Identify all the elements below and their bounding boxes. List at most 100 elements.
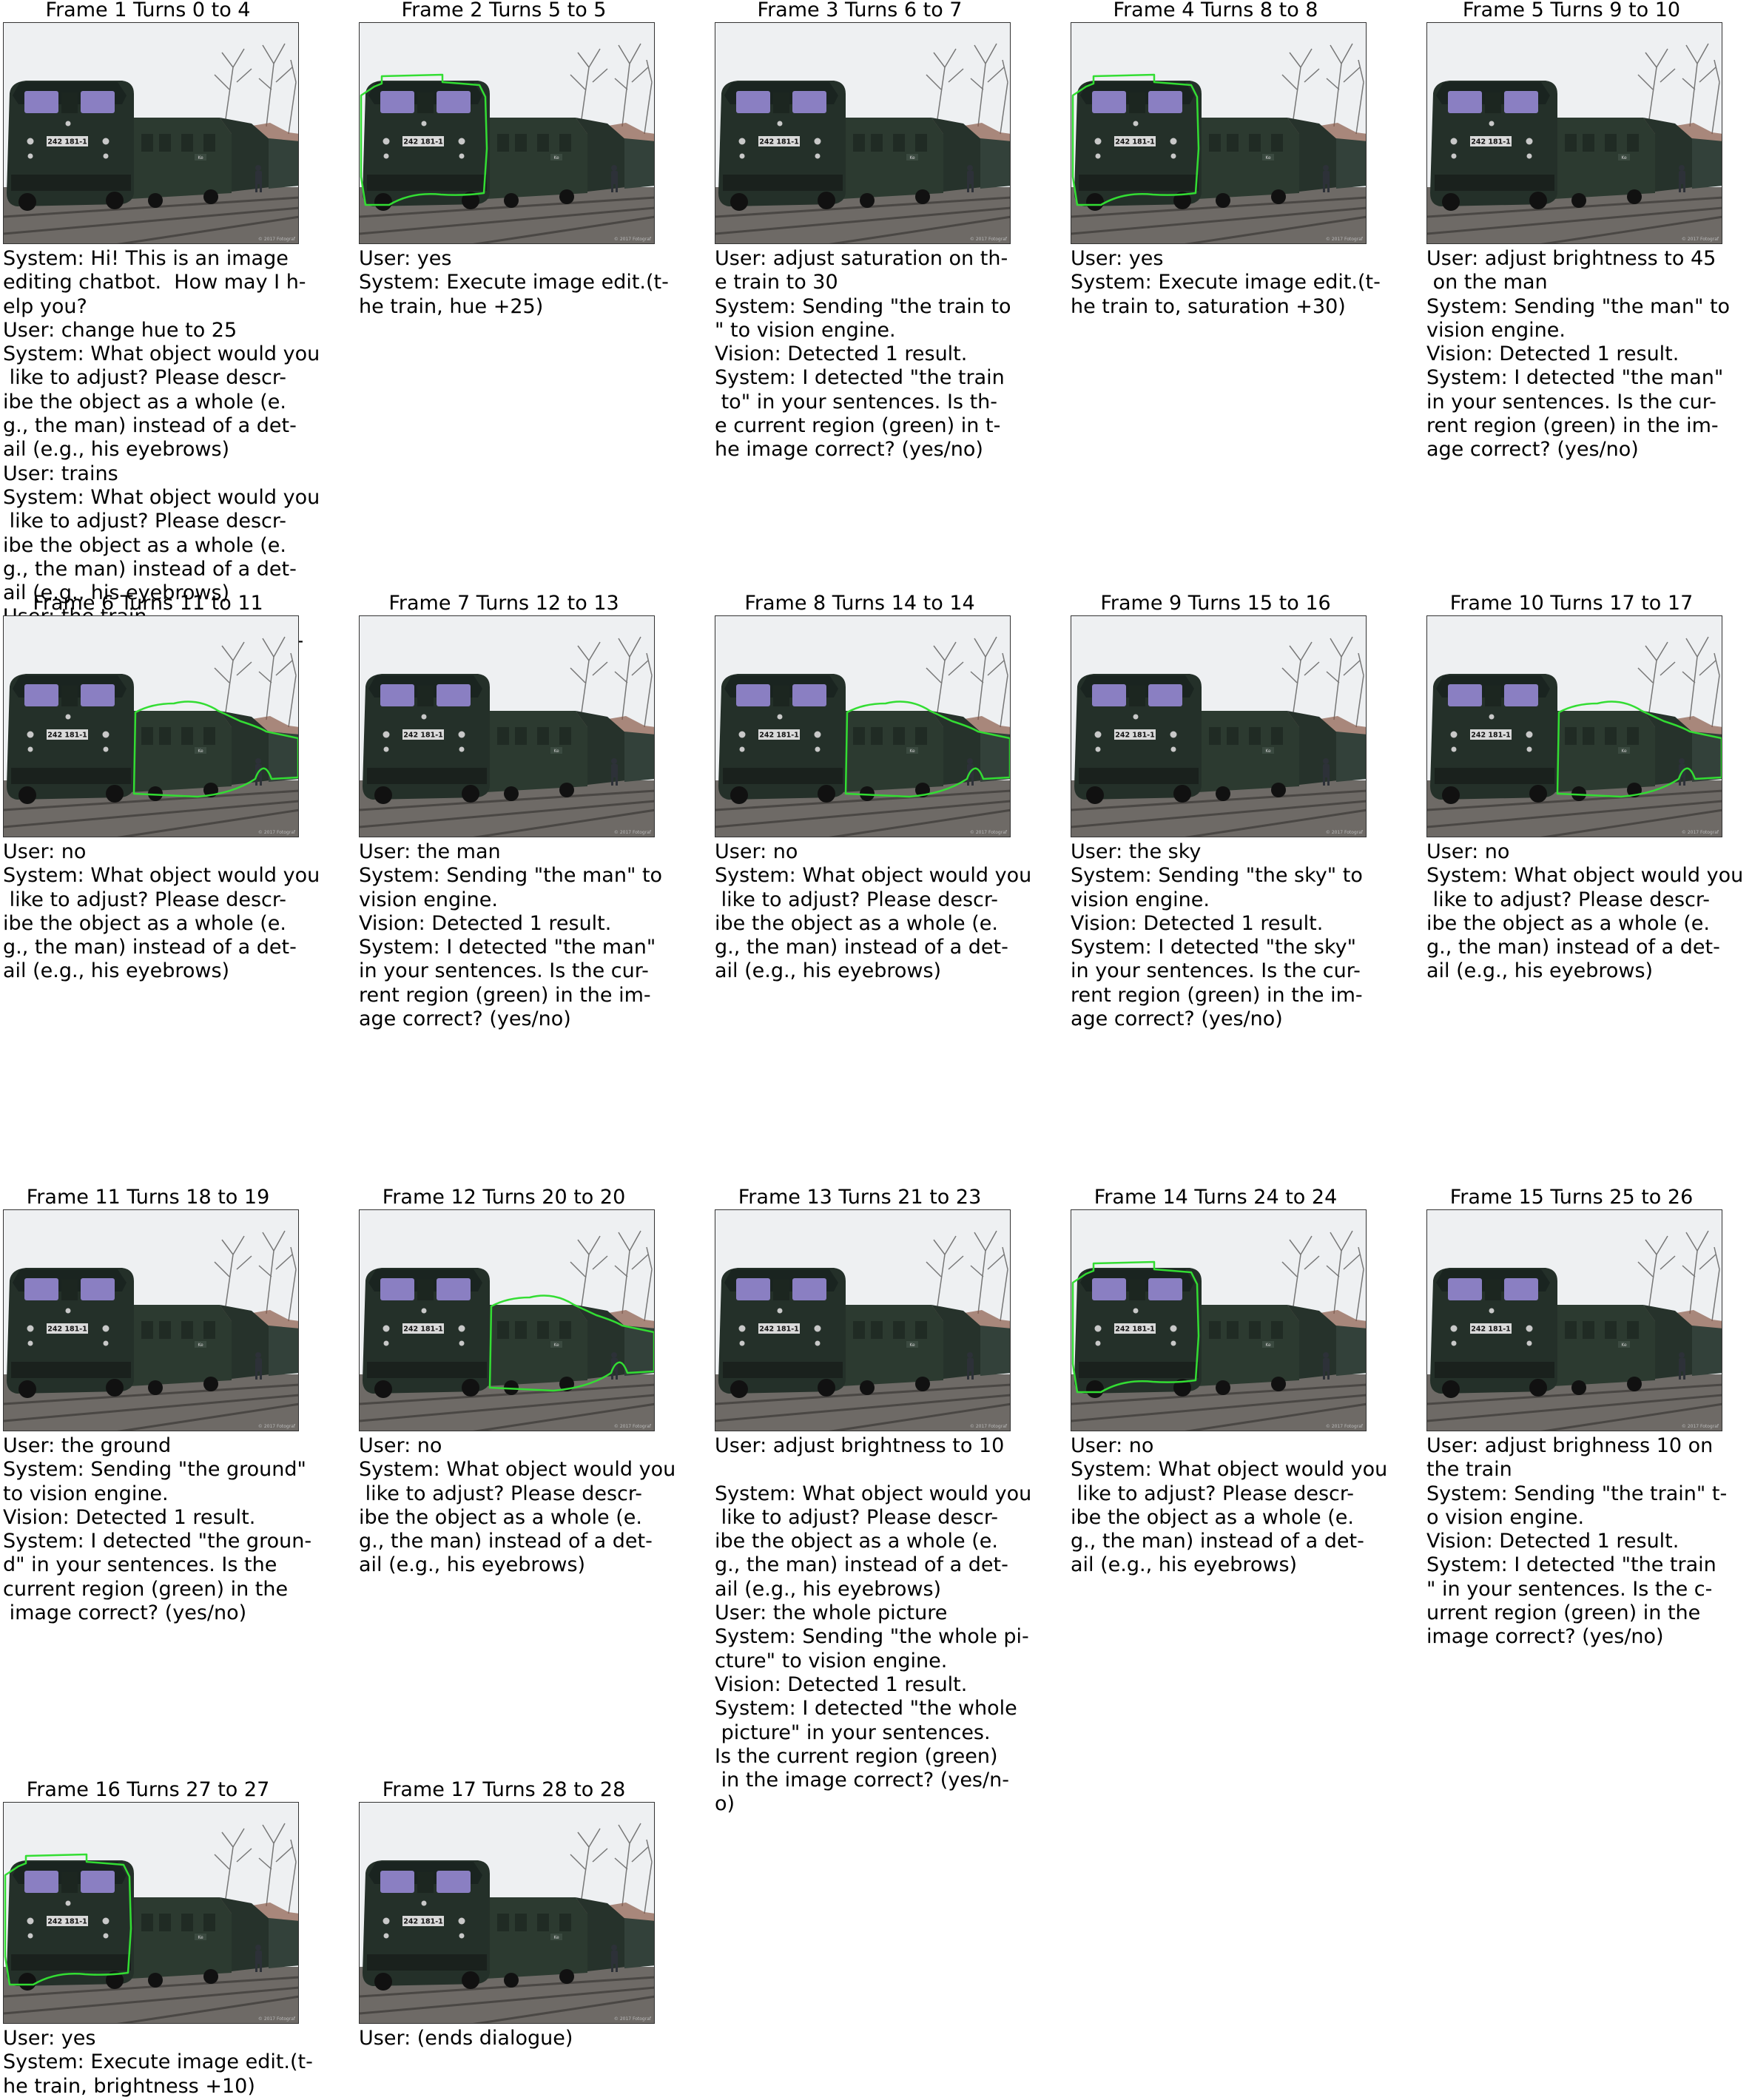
dialog-transcript: User: the ground System: Sending "the gr… bbox=[3, 1434, 312, 1625]
scene-image: Ke 242 181-1 © 2017 Fotograf bbox=[1071, 615, 1367, 837]
frame-title: Frame 9 Turns 15 to 16 bbox=[1100, 592, 1331, 615]
locomotive-number: 242 181-1 bbox=[403, 1918, 443, 1926]
left-windshield bbox=[1448, 1278, 1482, 1300]
scene-image: Ke 242 181-1 © 2017 Fotograf bbox=[715, 1209, 1011, 1431]
dialog-transcript: User: no System: What object would you l… bbox=[3, 840, 320, 983]
buffer-beam bbox=[1079, 1362, 1199, 1378]
frame-title: Frame 13 Turns 21 to 23 bbox=[738, 1186, 982, 1209]
locomotive-number: 242 181-1 bbox=[1471, 732, 1511, 740]
center-pillar bbox=[1129, 686, 1145, 706]
frame-title: Frame 2 Turns 5 to 5 bbox=[401, 0, 607, 21]
side-plate-text: Ke bbox=[198, 1935, 203, 1940]
right-windshield bbox=[81, 684, 115, 706]
scene-image: Ke 242 181-1 © 2017 Fotograf bbox=[1071, 22, 1367, 244]
fourth-locomotive bbox=[624, 1918, 654, 1968]
second-locomotive bbox=[1197, 1305, 1299, 1386]
frame-title: Frame 12 Turns 20 to 20 bbox=[382, 1186, 626, 1209]
left-windshield bbox=[1448, 684, 1482, 706]
fourth-locomotive bbox=[980, 138, 1010, 189]
center-pillar bbox=[1485, 1280, 1501, 1300]
train-photo: Ke 242 181-1 © 2017 Fotograf bbox=[4, 23, 298, 243]
photo-watermark: © 2017 Fotograf bbox=[1326, 1424, 1364, 1429]
second-locomotive bbox=[841, 711, 943, 792]
center-pillar bbox=[1485, 686, 1501, 706]
dialog-transcript: User: no System: What object would you l… bbox=[359, 1434, 676, 1577]
fourth-locomotive bbox=[980, 732, 1010, 782]
left-windshield bbox=[24, 1871, 58, 1893]
side-plate-text: Ke bbox=[198, 155, 203, 161]
left-windshield bbox=[380, 91, 414, 113]
buffer-beam bbox=[1079, 175, 1199, 191]
center-pillar bbox=[61, 1280, 78, 1300]
locomotive-number: 242 181-1 bbox=[47, 1918, 87, 1926]
left-windshield bbox=[736, 684, 770, 706]
train-photo: Ke 242 181-1 © 2017 Fotograf bbox=[4, 1803, 298, 2023]
train-photo: Ke 242 181-1 © 2017 Fotograf bbox=[715, 1210, 1010, 1431]
right-windshield bbox=[792, 1278, 826, 1300]
train-photo: Ke 242 181-1 © 2017 Fotograf bbox=[1071, 1210, 1366, 1431]
center-pillar bbox=[773, 686, 789, 706]
frame-title: Frame 10 Turns 17 to 17 bbox=[1449, 592, 1694, 615]
locomotive-number: 242 181-1 bbox=[1115, 1326, 1155, 1334]
right-windshield bbox=[1504, 1278, 1538, 1300]
second-locomotive bbox=[485, 1305, 587, 1386]
side-plate-text: Ke bbox=[553, 155, 559, 161]
buffer-beam bbox=[11, 768, 131, 784]
locomotive-number: 242 181-1 bbox=[403, 732, 443, 740]
frame-title: Frame 6 Turns 11 to 11 bbox=[33, 592, 263, 615]
left-windshield bbox=[1448, 91, 1482, 113]
side-plate-text: Ke bbox=[1265, 749, 1271, 754]
dialog-transcript: User: (ends dialogue) bbox=[359, 2027, 573, 2050]
second-locomotive bbox=[1197, 118, 1299, 199]
train-photo: Ke 242 181-1 © 2017 Fotograf bbox=[360, 616, 654, 837]
locomotive-number: 242 181-1 bbox=[759, 732, 799, 740]
side-plate-text: Ke bbox=[909, 155, 915, 161]
locomotive-number: 242 181-1 bbox=[1471, 1326, 1511, 1334]
left-windshield bbox=[380, 1278, 414, 1300]
scene-image: Ke 242 181-1 © 2017 Fotograf bbox=[359, 1802, 655, 2024]
locomotive-number: 242 181-1 bbox=[403, 1326, 443, 1334]
photo-watermark: © 2017 Fotograf bbox=[1326, 830, 1364, 835]
dialog-transcript: User: the sky System: Sending "the sky" … bbox=[1071, 840, 1363, 1031]
left-windshield bbox=[736, 1278, 770, 1300]
right-windshield bbox=[437, 1278, 471, 1300]
scene-image: Ke 242 181-1 © 2017 Fotograf bbox=[359, 1209, 655, 1431]
center-pillar bbox=[773, 92, 789, 113]
train-photo: Ke 242 181-1 © 2017 Fotograf bbox=[1427, 616, 1722, 837]
second-locomotive bbox=[1553, 711, 1655, 792]
second-locomotive bbox=[129, 711, 232, 792]
second-locomotive bbox=[1553, 118, 1655, 199]
right-windshield bbox=[1504, 684, 1538, 706]
right-windshield bbox=[437, 684, 471, 706]
second-locomotive bbox=[841, 118, 943, 199]
locomotive-number: 242 181-1 bbox=[759, 138, 799, 146]
second-locomotive bbox=[485, 711, 587, 792]
scene-image: Ke 242 181-1 © 2017 Fotograf bbox=[3, 22, 299, 244]
fourth-locomotive bbox=[269, 138, 298, 189]
photo-watermark: © 2017 Fotograf bbox=[614, 830, 652, 835]
train-photo: Ke 242 181-1 © 2017 Fotograf bbox=[1427, 23, 1722, 243]
side-plate-text: Ke bbox=[198, 1343, 203, 1348]
dialog-transcript: User: no System: What object would you l… bbox=[1071, 1434, 1388, 1577]
right-windshield bbox=[81, 91, 115, 113]
train-photo: Ke 242 181-1 © 2017 Fotograf bbox=[1071, 616, 1366, 837]
center-pillar bbox=[417, 686, 434, 706]
photo-watermark: © 2017 Fotograf bbox=[1326, 237, 1364, 242]
side-plate-text: Ke bbox=[198, 749, 203, 754]
train-photo: Ke 242 181-1 © 2017 Fotograf bbox=[715, 23, 1010, 243]
locomotive-number: 242 181-1 bbox=[47, 1326, 87, 1334]
left-windshield bbox=[1092, 91, 1126, 113]
left-windshield bbox=[380, 684, 414, 706]
fourth-locomotive bbox=[624, 138, 654, 189]
frame-title: Frame 16 Turns 27 to 27 bbox=[26, 1778, 270, 1801]
frame-title: Frame 8 Turns 14 to 14 bbox=[744, 592, 975, 615]
train-photo: Ke 242 181-1 © 2017 Fotograf bbox=[1071, 23, 1366, 243]
second-locomotive bbox=[485, 1897, 587, 1979]
scene-image: Ke 242 181-1 © 2017 Fotograf bbox=[3, 1209, 299, 1431]
buffer-beam bbox=[11, 175, 131, 191]
buffer-beam bbox=[1435, 175, 1554, 191]
train-photo: Ke 242 181-1 © 2017 Fotograf bbox=[4, 616, 298, 837]
train-photo: Ke 242 181-1 © 2017 Fotograf bbox=[360, 1210, 654, 1431]
buffer-beam bbox=[367, 1362, 487, 1378]
right-windshield bbox=[437, 1871, 471, 1893]
